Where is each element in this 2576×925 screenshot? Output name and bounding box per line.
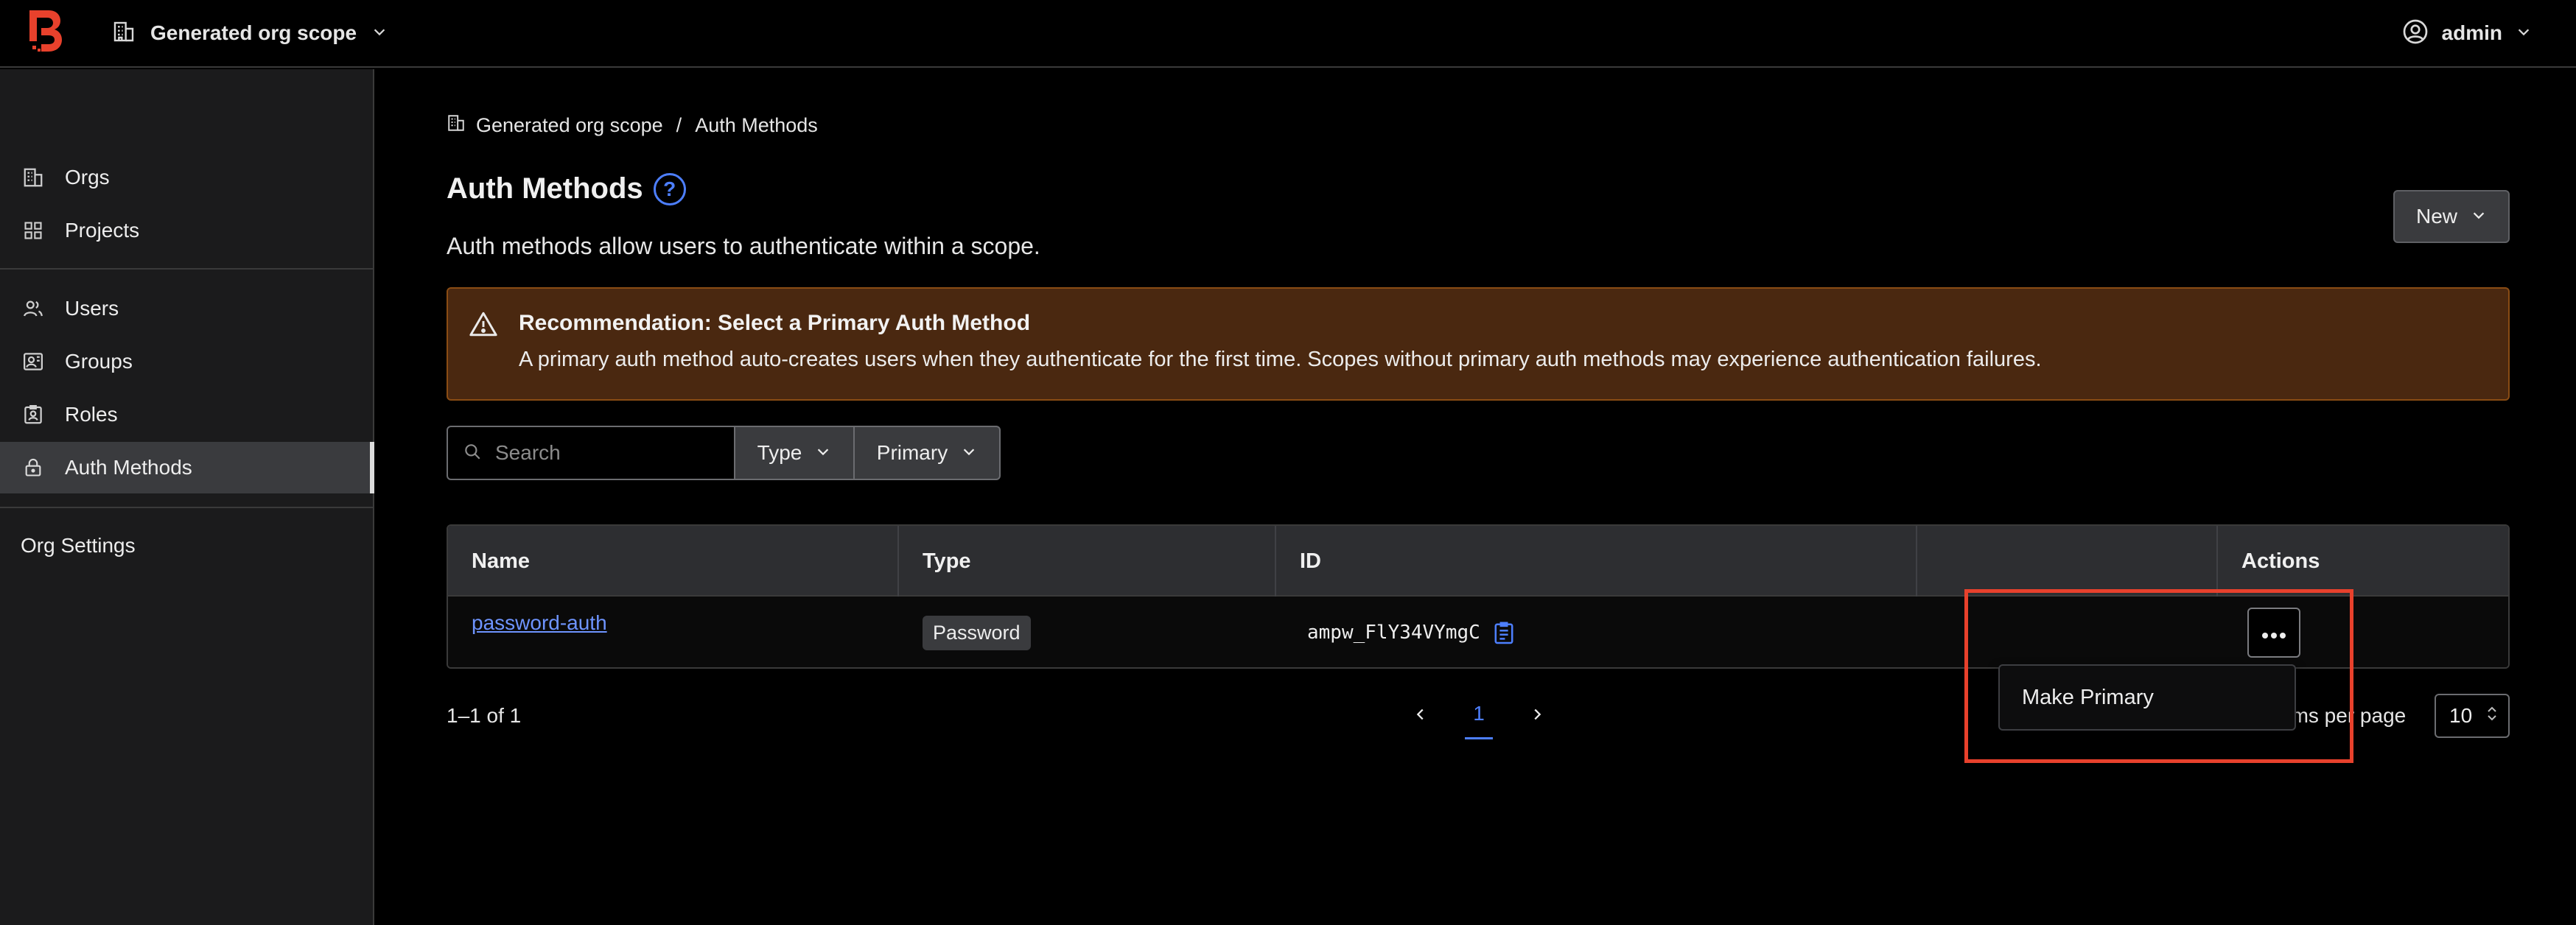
type-filter-button[interactable]: Type — [735, 426, 855, 480]
alert-title: Recommendation: Select a Primary Auth Me… — [519, 311, 1031, 335]
scope-label: Generated org scope — [150, 21, 357, 44]
search-input[interactable] — [495, 441, 731, 465]
ellipsis-icon — [2259, 621, 2289, 644]
primary-filter-button[interactable]: Primary — [855, 426, 1001, 480]
chevron-right-icon[interactable] — [1522, 689, 1552, 739]
table-header: Name Type ID Actions — [448, 526, 2508, 597]
auth-method-name-link[interactable]: password-auth — [472, 611, 607, 635]
building-icon — [21, 165, 46, 190]
user-menu[interactable]: admin — [2402, 16, 2532, 50]
cell-name: password-auth — [448, 597, 899, 667]
sidebar-item-label: Orgs — [65, 166, 110, 189]
column-header-name: Name — [448, 526, 899, 597]
column-header-actions: Actions — [2241, 549, 2320, 573]
chevron-down-icon — [2471, 205, 2487, 228]
actions-dropdown-menu: Make Primary — [1998, 664, 2296, 731]
sidebar-item-groups[interactable]: Groups — [0, 336, 374, 387]
alert-description: A primary auth method auto-creates users… — [519, 348, 2042, 371]
page-title-row: Auth Methods ? — [447, 172, 686, 205]
auth-method-id: ampw_FlY34VYmgC — [1307, 622, 1480, 644]
sidebar-item-orgs[interactable]: Orgs — [0, 152, 374, 203]
type-badge: Password — [923, 615, 1031, 650]
boundary-logo[interactable] — [27, 9, 65, 54]
new-button-label: New — [2415, 205, 2457, 228]
sidebar-item-users[interactable]: Users — [0, 283, 374, 334]
sidebar: Orgs Projects Users Groups Roles Auth Me… — [0, 69, 374, 925]
search-icon — [463, 442, 482, 465]
main-content: Generated org scope / Auth Methods Auth … — [376, 69, 2576, 925]
cell-actions — [2218, 597, 2508, 667]
grid-icon — [21, 218, 46, 243]
page-number-button[interactable]: 1 — [1465, 689, 1493, 739]
chevron-down-icon — [961, 441, 977, 465]
breadcrumb-current: Auth Methods — [695, 114, 818, 136]
lock-icon — [21, 455, 46, 480]
auth-methods-table: Name Type ID Actions password-auth Passw… — [447, 524, 2510, 669]
sidebar-item-label: Auth Methods — [65, 456, 192, 479]
chevron-down-icon — [815, 441, 831, 465]
items-per-page-value: 10 — [2449, 704, 2473, 727]
sidebar-item-label: Groups — [65, 350, 133, 373]
warning-triangle-icon — [469, 311, 498, 341]
breadcrumb-scope-link[interactable]: Generated org scope — [476, 114, 663, 137]
top-bar: Generated org scope admin — [0, 0, 2576, 68]
search-box — [447, 426, 735, 480]
items-per-page-select[interactable]: 10 — [2435, 694, 2510, 738]
chevron-down-icon — [2516, 24, 2532, 43]
updown-chevron-icon — [2486, 704, 2498, 728]
roles-icon — [21, 402, 46, 427]
cell-type: Password — [899, 597, 1276, 667]
breadcrumb-separator: / — [676, 114, 682, 136]
page-subtitle: Auth methods allow users to authenticate… — [447, 233, 1040, 259]
building-icon — [447, 113, 466, 138]
scope-switcher[interactable]: Generated org scope — [112, 16, 388, 50]
more-actions-button[interactable] — [2247, 608, 2300, 658]
copy-icon[interactable] — [1494, 620, 1514, 645]
type-filter-label: Type — [757, 441, 802, 464]
users-icon — [21, 296, 46, 321]
cell-id: ampw_FlY34VYmgC — [1276, 597, 1917, 667]
pagination: 1 — [1406, 689, 1552, 739]
items-per-page-label: ems per page — [2280, 704, 2407, 727]
column-header-type: Type — [899, 526, 1276, 597]
sidebar-divider — [0, 507, 374, 508]
make-primary-menu-item[interactable]: Make Primary — [2022, 686, 2154, 710]
chevron-left-icon[interactable] — [1406, 689, 1435, 739]
sidebar-item-auth-methods[interactable]: Auth Methods — [0, 442, 374, 493]
help-icon[interactable]: ? — [653, 172, 686, 205]
pagination-range: 1–1 of 1 — [447, 704, 522, 727]
chevron-down-icon — [371, 24, 388, 43]
sidebar-item-label: Org Settings — [21, 534, 136, 557]
user-label: admin — [2441, 21, 2502, 44]
recommendation-alert: Recommendation: Select a Primary Auth Me… — [447, 287, 2510, 401]
primary-filter-label: Primary — [876, 441, 948, 464]
sidebar-item-org-settings[interactable]: Org Settings — [0, 520, 374, 571]
groups-icon — [21, 349, 46, 374]
page-title: Auth Methods — [447, 172, 643, 205]
filter-bar: Type Primary — [447, 426, 1001, 480]
table-row: password-auth Password ampw_FlY34VYmgC — [448, 597, 2508, 667]
sidebar-item-projects[interactable]: Projects — [0, 205, 374, 256]
user-circle-icon — [2402, 18, 2429, 49]
sidebar-item-roles[interactable]: Roles — [0, 389, 374, 440]
new-button[interactable]: New — [2393, 190, 2510, 243]
building-icon — [112, 20, 136, 47]
column-header-empty — [1917, 526, 2218, 597]
sidebar-item-label: Projects — [65, 219, 140, 242]
sidebar-item-label: Roles — [65, 403, 118, 426]
sidebar-divider — [0, 268, 374, 270]
breadcrumb: Generated org scope / Auth Methods — [447, 113, 818, 138]
column-header-id: ID — [1276, 526, 1917, 597]
sidebar-item-label: Users — [65, 297, 119, 320]
